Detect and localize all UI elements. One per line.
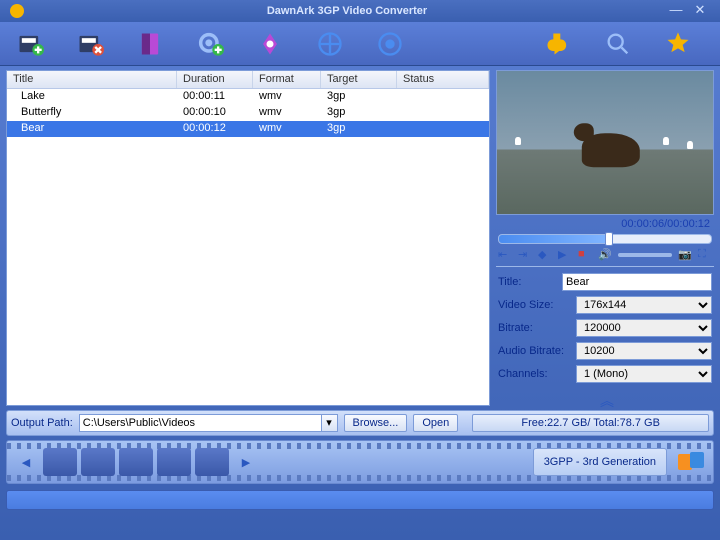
list-header: Title Duration Format Target Status [7,71,489,89]
cell-title: Lake [7,89,177,105]
audiobitrate-label: Audio Bitrate: [498,345,576,357]
cell-format: wmv [253,121,321,137]
cell-status [397,89,489,105]
search-button[interactable] [598,26,638,62]
title-label: Title: [498,276,562,288]
col-title[interactable]: Title [7,71,177,88]
audiobitrate-select[interactable]: 10200 [576,342,712,360]
cell-target: 3gp [321,105,397,121]
cell-format: wmv [253,105,321,121]
remove-file-button[interactable] [70,26,110,62]
col-status[interactable]: Status [397,71,489,88]
list-body[interactable]: Lake 00:00:11 wmv 3gp Butterfly 00:00:10… [7,89,489,405]
open-folder-button[interactable]: Open [413,414,458,432]
cell-format: wmv [253,89,321,105]
bitrate-label: Bitrate: [498,322,576,334]
cell-status [397,121,489,137]
properties-form: Title: Video Size:176x144 Bitrate:120000… [496,266,714,388]
preview-bird-icon [663,137,669,145]
prev-frame-button[interactable]: ⇤ [498,248,512,262]
file-list: Title Duration Format Target Status Lake… [6,70,490,406]
col-duration[interactable]: Duration [177,71,253,88]
cell-target: 3gp [321,89,397,105]
mark-in-button[interactable]: ◆ [538,248,552,262]
scroll-left-button[interactable]: ◀ [14,448,38,476]
seek-knob[interactable] [605,232,613,246]
volume-slider[interactable] [618,253,672,257]
title-input[interactable] [562,273,712,291]
settings-button[interactable] [190,26,230,62]
convert-button[interactable] [673,448,709,476]
col-format[interactable]: Format [253,71,321,88]
cell-duration: 00:00:10 [177,105,253,121]
cell-status [397,105,489,121]
seek-bar[interactable] [498,234,712,244]
cell-duration: 00:00:12 [177,121,253,137]
clear-list-button[interactable] [130,26,170,62]
preview-bird-icon [687,141,693,149]
cell-title: Bear [7,121,177,137]
progress-bar [6,490,714,510]
output-path-label: Output Path: [11,417,73,429]
device-disc-icon[interactable] [119,448,153,476]
main-area: Title Duration Format Target Status Lake… [0,66,720,406]
device-audio-icon[interactable] [81,448,115,476]
snapshot-button[interactable]: 📷 [678,248,692,262]
next-frame-button[interactable]: ⇥ [518,248,532,262]
channels-label: Channels: [498,368,576,380]
add-file-button[interactable] [10,26,50,62]
trim-button[interactable] [250,26,290,62]
fullscreen-button[interactable]: ⛶ [698,248,712,262]
channels-select[interactable]: 1 (Mono) [576,365,712,383]
profile-filmstrip: ◀ ▶ 3GPP - 3rd Generation [6,440,714,484]
stop-button[interactable]: ■ [578,248,592,262]
cell-title: Butterfly [7,105,177,121]
playback-time: 00:00:06/00:00:12 [496,215,714,233]
main-toolbar [0,22,720,66]
preview-bird-icon [515,137,521,145]
minimize-button[interactable]: — [666,4,686,18]
crop-button[interactable] [310,26,350,62]
scroll-right-button[interactable]: ▶ [234,448,258,476]
video-preview[interactable] [496,70,714,215]
cell-target: 3gp [321,121,397,137]
output-path-input[interactable] [79,414,322,432]
output-bar: Output Path: ▾ Browse... Open Free:22.7 … [6,410,714,436]
app-icon [10,4,24,18]
videosize-select[interactable]: 176x144 [576,296,712,314]
col-target[interactable]: Target [321,71,397,88]
disk-space-text: Free:22.7 GB/ Total:78.7 GB [472,414,709,432]
bitrate-select[interactable]: 120000 [576,319,712,337]
list-row[interactable]: Bear 00:00:12 wmv 3gp [7,121,489,137]
list-row[interactable]: Butterfly 00:00:10 wmv 3gp [7,105,489,121]
playback-controls: ⇤ ⇥ ◆ ▶ ■ 🔊 📷 ⛶ [496,248,714,266]
preview-subject [582,133,640,167]
play-button[interactable]: ▶ [558,248,572,262]
buy-button[interactable] [538,26,578,62]
app-title: DawnArk 3GP Video Converter [32,5,662,17]
device-card-icon[interactable] [157,448,191,476]
browse-button[interactable]: Browse... [344,414,408,432]
output-path-dropdown[interactable]: ▾ [322,414,338,432]
volume-icon[interactable]: 🔊 [598,248,612,262]
device-phone-icon[interactable] [43,448,77,476]
side-panel: 00:00:06/00:00:12 ⇤ ⇥ ◆ ▶ ■ 🔊 📷 ⛶ Title:… [496,70,714,406]
collapse-toggle[interactable]: ︽ [496,391,714,405]
title-bar: DawnArk 3GP Video Converter — ✕ [0,0,720,22]
device-box-icon[interactable] [195,448,229,476]
close-button[interactable]: ✕ [690,4,710,18]
videosize-label: Video Size: [498,299,576,311]
list-row[interactable]: Lake 00:00:11 wmv 3gp [7,89,489,105]
help-button[interactable] [658,26,698,62]
cell-duration: 00:00:11 [177,89,253,105]
profile-label[interactable]: 3GPP - 3rd Generation [533,448,667,476]
effect-button[interactable] [370,26,410,62]
